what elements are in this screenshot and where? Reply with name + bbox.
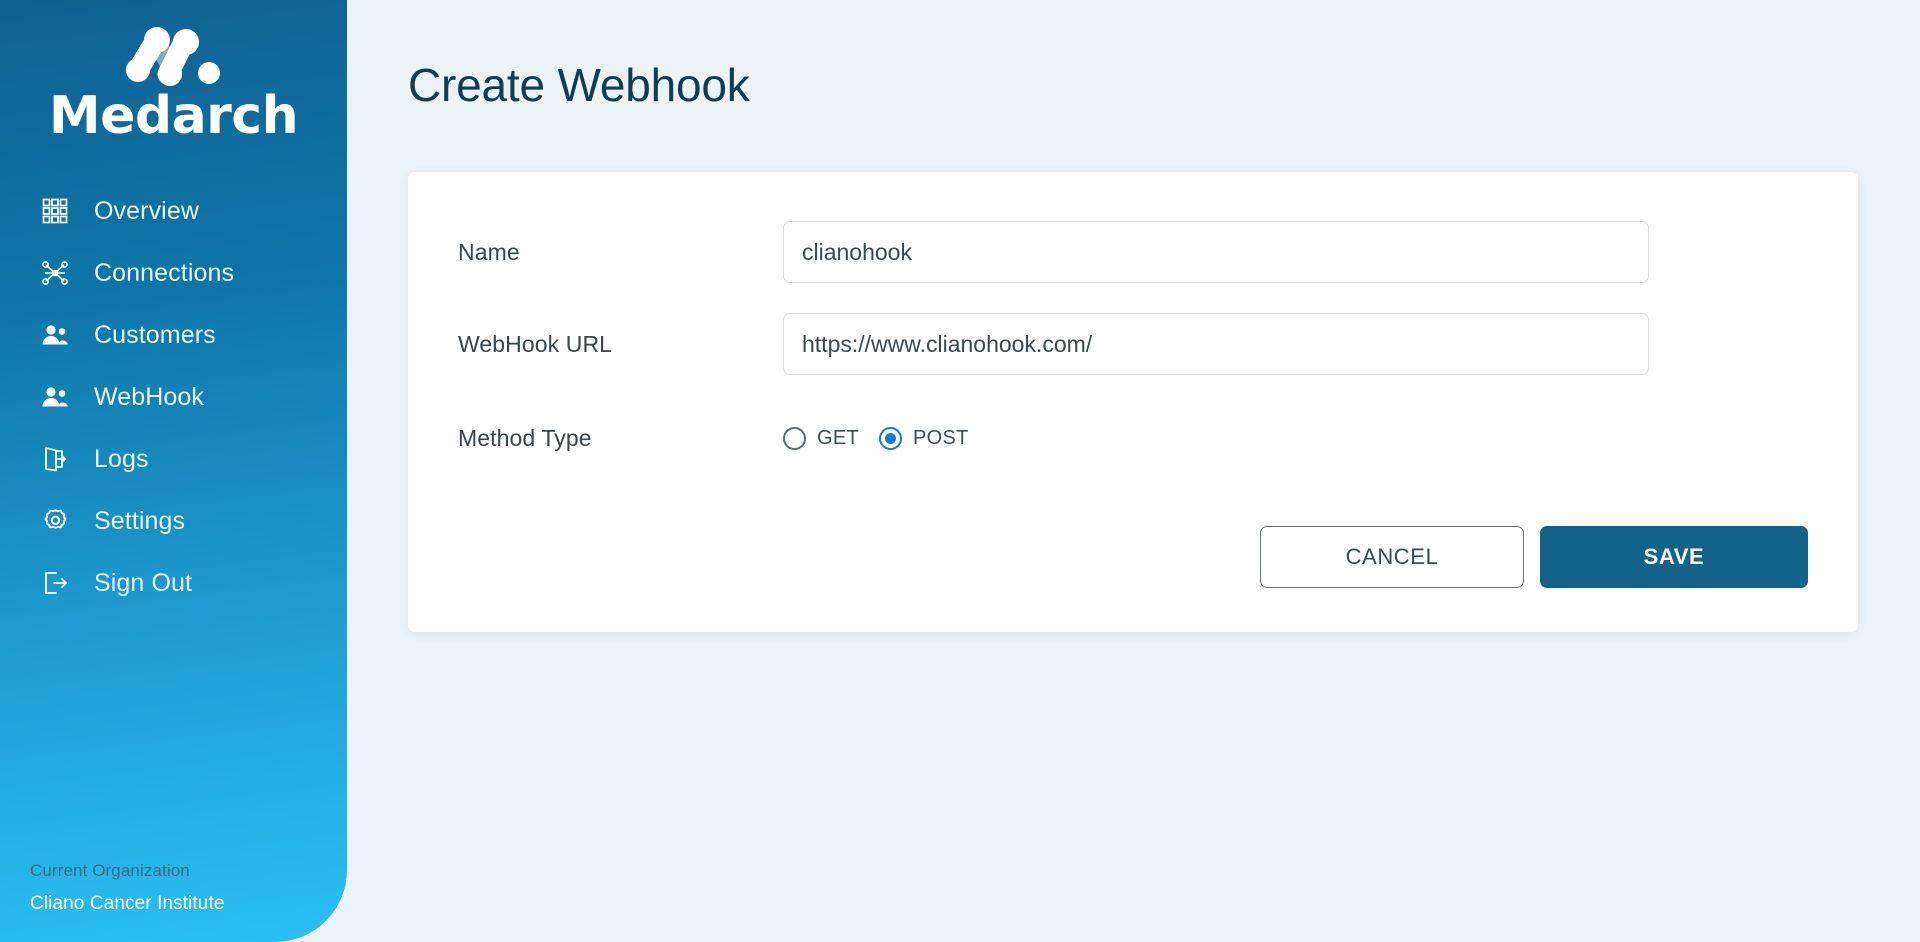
form-row-method-type: Method Type GET POST <box>458 404 1808 472</box>
door-exit-icon <box>38 442 72 476</box>
sidebar-item-settings[interactable]: Settings <box>0 490 347 552</box>
save-button[interactable]: SAVE <box>1540 526 1808 588</box>
medarch-molecule-logo-icon <box>116 26 232 88</box>
brand-logo[interactable]: Medarch <box>0 0 347 142</box>
method-type-option-label: POST <box>913 426 969 449</box>
sidebar-item-webhook[interactable]: WebHook <box>0 366 347 428</box>
current-organization-name: Cliano Cancer Institute <box>30 892 225 914</box>
sidebar-item-label: Overview <box>94 196 199 225</box>
sign-out-icon <box>38 566 72 600</box>
sidebar-item-label: Connections <box>94 258 235 287</box>
sidebar-item-label: Sign Out <box>94 568 193 597</box>
page-title: Create Webhook <box>408 59 750 111</box>
current-organization[interactable]: Current Organization Cliano Cancer Insti… <box>30 855 225 920</box>
sidebar-item-label: WebHook <box>94 382 205 411</box>
sidebar-item-label: Customers <box>94 320 216 349</box>
users-icon <box>38 380 72 414</box>
sidebar-item-label: Settings <box>94 506 186 535</box>
webhook-url-label: WebHook URL <box>458 330 613 357</box>
sidebar: Medarch Overview Connections Customers W… <box>0 0 347 942</box>
gear-icon <box>38 504 72 538</box>
name-label: Name <box>458 238 520 265</box>
method-type-label: Method Type <box>458 424 592 451</box>
form-row-webhook-url: WebHook URL <box>458 310 1808 378</box>
sidebar-item-connections[interactable]: Connections <box>0 242 347 304</box>
radio-checked-icon[interactable] <box>879 426 903 450</box>
method-type-option-label: GET <box>817 426 860 449</box>
brand-name: Medarch <box>48 86 299 146</box>
create-webhook-card: Name WebHook URL Method Type GET POST <box>408 172 1858 632</box>
name-input[interactable] <box>783 221 1649 283</box>
card-actions: CANCEL SAVE <box>458 526 1808 588</box>
method-type-radio-group: GET POST <box>783 426 969 450</box>
radio-unchecked-icon[interactable] <box>783 426 806 450</box>
webhook-url-input[interactable] <box>783 313 1649 375</box>
sidebar-nav: Overview Connections Customers WebHook L… <box>0 180 347 614</box>
sidebar-item-overview[interactable]: Overview <box>0 180 347 242</box>
main-content: Create Webhook Name WebHook URL Method T… <box>347 0 1920 942</box>
sidebar-item-customers[interactable]: Customers <box>0 304 347 366</box>
users-icon <box>38 318 72 352</box>
grid-icon <box>38 194 72 228</box>
sidebar-item-sign-out[interactable]: Sign Out <box>0 552 347 614</box>
form-row-name: Name <box>458 218 1808 286</box>
cancel-button[interactable]: CANCEL <box>1260 526 1524 588</box>
current-organization-caption: Current Organization <box>30 861 190 881</box>
method-type-option-get[interactable]: GET <box>783 426 860 450</box>
app-root: Medarch Overview Connections Customers W… <box>0 0 1920 942</box>
sidebar-item-logs[interactable]: Logs <box>0 428 347 490</box>
method-type-option-post[interactable]: POST <box>879 426 969 450</box>
network-nodes-icon <box>38 256 72 290</box>
sidebar-item-label: Logs <box>94 444 149 473</box>
